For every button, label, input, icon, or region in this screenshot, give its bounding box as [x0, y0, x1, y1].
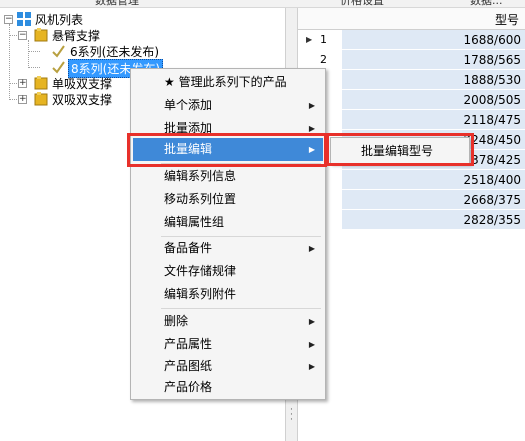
column-header-model[interactable]: 型号: [495, 11, 519, 28]
context-menu: ★ 管理此系列下的产品 单个添加 ▶ 批量添加 ▶ 批量编辑 ▶ 编辑系列信息 移动系…: [130, 68, 326, 400]
menu-item-edit-series-info[interactable]: 编辑系列信息: [133, 165, 323, 188]
model-cell[interactable]: 2668/375: [342, 190, 525, 210]
annotation-box-submenu: [326, 133, 474, 166]
row-header[interactable]: 2: [298, 50, 342, 70]
submenu-arrow-icon: ▶: [308, 244, 315, 253]
tree-item-single-suction[interactable]: 单吸双支撑: [52, 75, 112, 92]
model-cell[interactable]: 2828/355: [342, 210, 525, 230]
fan-group-icon: [34, 28, 48, 42]
row-number: 2: [320, 53, 327, 66]
submenu-arrow-icon: ▶: [308, 362, 315, 371]
draft-series-icon: [52, 45, 65, 58]
fan-group-icon: [34, 92, 48, 106]
menu-item-move-series[interactable]: 移动系列位置: [133, 188, 323, 211]
menu-item-edit-attribute-group[interactable]: 编辑属性组: [133, 211, 323, 234]
tree-item-series-6[interactable]: 6系列(还未发布): [70, 43, 159, 60]
current-row-icon: ▶: [306, 35, 313, 44]
header-label-more: 数据...: [470, 0, 503, 7]
tree-item-cantilever[interactable]: 悬臂支撑: [52, 27, 100, 44]
fan-group-icon: [34, 76, 48, 90]
model-cell[interactable]: 1888/530: [342, 70, 525, 90]
submenu-arrow-icon: ▶: [308, 317, 315, 326]
submenu-arrow-icon: ▶: [308, 340, 315, 349]
model-cell[interactable]: 2008/505: [342, 90, 525, 110]
menu-item-product-price[interactable]: 产品价格: [133, 376, 323, 399]
splitter-grip-icon: · · ·: [290, 405, 293, 425]
menu-item-add-single[interactable]: 单个添加 ▶: [133, 94, 323, 117]
header-label-price: 价格设置: [340, 0, 384, 7]
menu-item-spare-parts[interactable]: 备品备件 ▶: [133, 237, 323, 260]
menu-item-product-attributes[interactable]: 产品属性 ▶: [133, 333, 323, 356]
row-number: 1: [320, 33, 327, 46]
expand-toggle-double-suction[interactable]: +: [18, 95, 27, 104]
menu-item-product-drawings[interactable]: 产品图纸 ▶: [133, 355, 323, 378]
grid-icon: [17, 12, 31, 26]
tree-item-double-suction[interactable]: 双吸双支撑: [52, 91, 112, 108]
model-cell[interactable]: 1788/565: [342, 50, 525, 70]
tree-root-label[interactable]: 风机列表: [35, 11, 83, 28]
model-cell[interactable]: 2518/400: [342, 170, 525, 190]
menu-item-delete[interactable]: 删除 ▶: [133, 310, 323, 333]
model-cell[interactable]: 1688/600: [342, 30, 525, 50]
collapse-toggle-cantilever[interactable]: −: [18, 31, 27, 40]
collapse-toggle-root[interactable]: −: [4, 15, 13, 24]
annotation-box-menu: [127, 133, 327, 167]
header-label-data: 数据管理: [95, 0, 139, 7]
submenu-arrow-icon: ▶: [308, 101, 315, 110]
menu-item-edit-series-attachment[interactable]: 编辑系列附件: [133, 283, 323, 306]
row-header[interactable]: ▶ 1: [298, 30, 342, 50]
header-strip: 数据管理 价格设置 数据...: [0, 0, 525, 8]
expand-toggle-single-suction[interactable]: +: [18, 79, 27, 88]
menu-item-file-storage-rule[interactable]: 文件存储规律: [133, 260, 323, 283]
menu-item-manage-products[interactable]: ★ 管理此系列下的产品: [133, 71, 323, 94]
model-cell[interactable]: 2118/475: [342, 110, 525, 130]
product-grid: 型号 ▶ 1 1688/600 2 1788/565 1888/530 2008/505 21…: [298, 8, 525, 441]
grid-header: 型号: [298, 8, 525, 30]
draft-series-icon: [52, 61, 65, 74]
